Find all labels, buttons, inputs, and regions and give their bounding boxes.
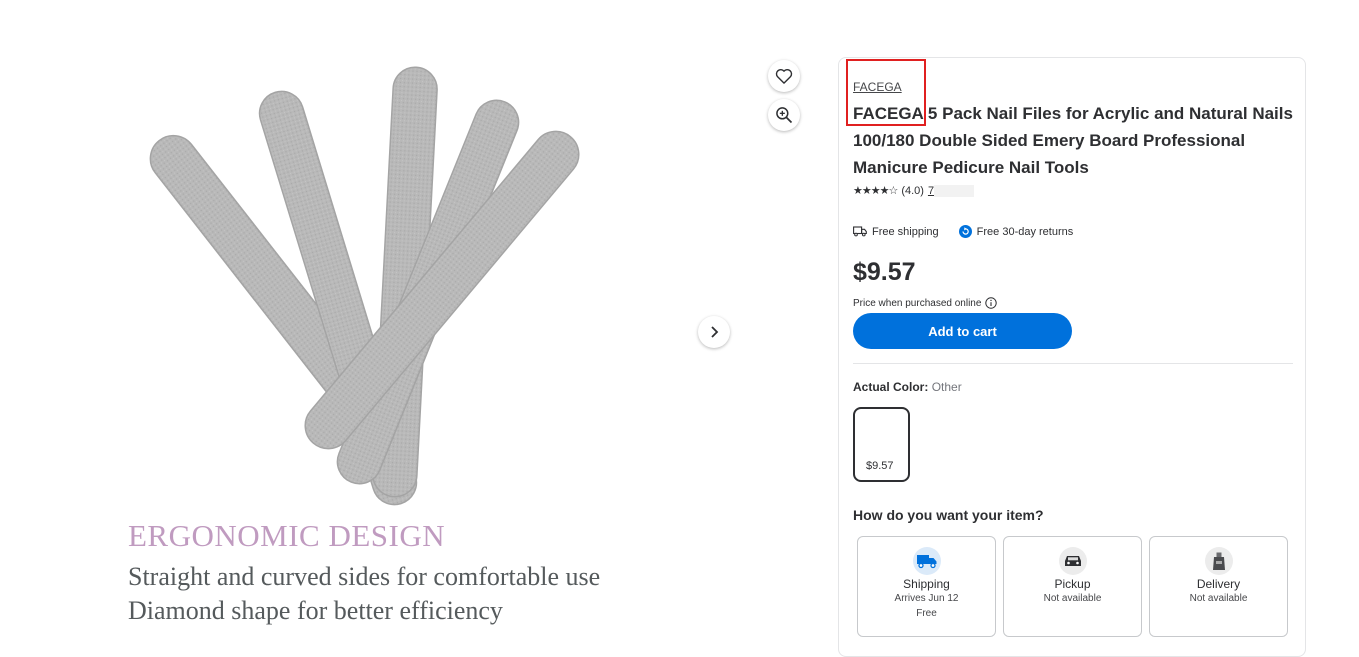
variant-label: Actual Color: Other: [853, 380, 962, 394]
swatch-price: $9.57: [866, 460, 894, 472]
free-returns-text: Free 30-day returns: [976, 225, 1074, 238]
fulfillment-detail: Arrives Jun 12: [894, 593, 959, 604]
product-image: [149, 66, 580, 506]
favorite-button[interactable]: [768, 60, 800, 92]
chevron-right-icon: [711, 326, 719, 338]
variant-label-text: Actual Color:: [853, 380, 929, 394]
free-shipping-text: Free shipping: [872, 225, 939, 238]
fulfillment-heading: How do you want your item?: [853, 507, 1044, 523]
image-caption-line: Diamond shape for better efficiency: [128, 596, 503, 625]
returns-icon: [958, 225, 972, 238]
delivery-bag-icon: [1204, 547, 1233, 575]
car-icon: [1058, 547, 1087, 575]
fulfillment-detail: Not available: [1189, 593, 1248, 604]
image-caption-title: ERGONOMIC DESIGN: [128, 518, 446, 553]
fulfillment-title: Delivery: [1196, 577, 1241, 591]
fulfillment-detail: Not available: [1043, 593, 1102, 604]
zoom-in-icon: [776, 107, 793, 124]
price-note-text: Price when purchased online: [853, 297, 982, 309]
rating-value: (4.0): [901, 184, 924, 197]
truck-icon: [912, 547, 941, 575]
free-returns-benefit: Free 30-day returns: [958, 225, 1074, 238]
fulfillment-detail: Free: [916, 608, 937, 619]
fulfillment-option-pickup[interactable]: Pickup Not available: [1003, 536, 1142, 637]
product-title: FACEGA 5 Pack Nail Files for Acrylic and…: [853, 104, 1293, 177]
next-image-button[interactable]: [698, 316, 730, 348]
rating-stars: ★★★★☆: [853, 185, 898, 197]
redacted-text: [934, 184, 975, 197]
info-icon[interactable]: [985, 297, 998, 309]
image-caption-line: Straight and curved sides for comfortabl…: [128, 562, 601, 591]
divider: [853, 363, 1293, 364]
add-to-cart-button[interactable]: Add to cart: [853, 313, 1072, 349]
variant-value: Other: [931, 380, 962, 394]
truck-icon: [853, 226, 867, 237]
rating-row[interactable]: ★★★★☆ (4.0) 7: [853, 184, 975, 197]
benefits-row: Free shipping Free 30-day returns: [853, 225, 1087, 238]
fulfillment-title: Pickup: [1054, 577, 1091, 591]
free-shipping-benefit: Free shipping: [853, 226, 939, 238]
fulfillment-option-shipping[interactable]: Shipping Arrives Jun 12 Free: [857, 536, 996, 637]
fulfillment-option-delivery[interactable]: Delivery Not available: [1149, 536, 1288, 637]
fulfillment-title: Shipping: [903, 577, 950, 591]
price-note: Price when purchased online: [853, 297, 998, 309]
product-price: $9.57: [853, 258, 916, 286]
zoom-button[interactable]: [768, 99, 800, 131]
heart-icon: [775, 68, 793, 84]
